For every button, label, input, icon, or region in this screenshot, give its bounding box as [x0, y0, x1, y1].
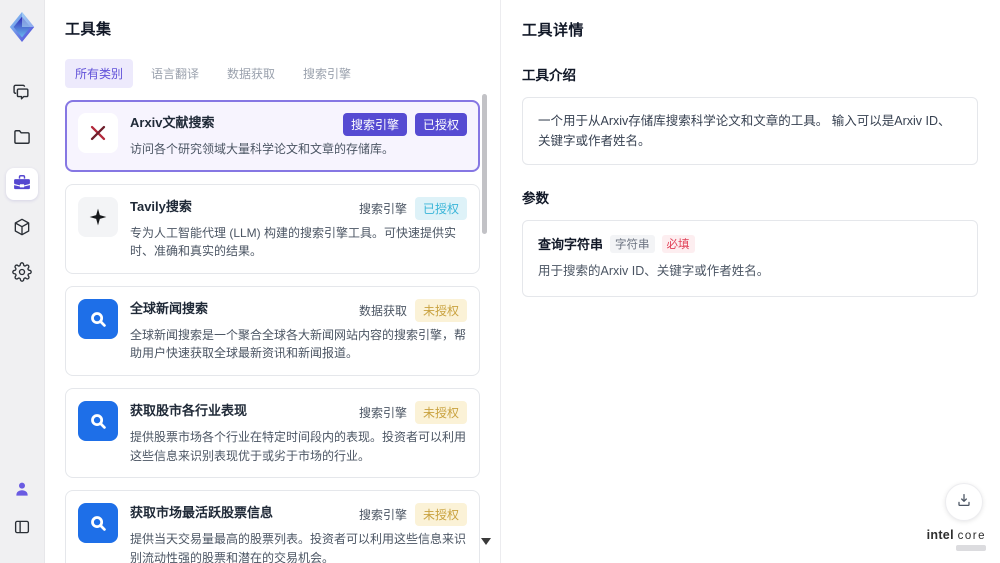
tool-card[interactable]: 获取市场最活跃股票信息 搜索引擎 未授权提供当天交易量最高的股票列表。投资者可以利用…	[65, 490, 480, 563]
tab-category-2[interactable]: 数据获取	[217, 59, 285, 88]
sidebar-item-folder[interactable]	[6, 123, 38, 155]
tool-card[interactable]: Tavily搜索 搜索引擎 已授权专为人工智能代理 (LLM) 构建的搜索引擎工具。…	[65, 183, 480, 274]
intel-core-logo: intel core	[926, 527, 986, 551]
scrollbar-track[interactable]	[482, 88, 488, 552]
auth-status-badge: 已授权	[414, 196, 467, 220]
param-required-badge: 必填	[661, 234, 695, 253]
search-blue-icon	[78, 400, 118, 441]
sidebar-item-collapse[interactable]	[6, 513, 38, 545]
tab-category-0[interactable]: 所有类别	[65, 59, 134, 88]
tool-card[interactable]: 获取股市各行业表现 搜索引擎 未授权提供股票市场各个行业在特定时间段内的表现。投资者…	[65, 387, 480, 479]
category-tabs: 所有类别 语言翻译 数据获取 搜索引擎	[65, 59, 500, 88]
tool-title: Arxiv文献搜索	[130, 115, 215, 130]
tool-description: 访问各个研究领域大量科学论文和文章的存储库。	[130, 142, 395, 156]
intro-box: 一个用于从Arxiv存储库搜索科学论文和文章的工具。 输入可以是Arxiv ID…	[522, 97, 978, 165]
search-blue-icon	[78, 503, 118, 544]
arxiv-icon	[78, 113, 118, 153]
category-badge: 搜索引擎	[358, 405, 407, 420]
brand-sub-badge	[956, 545, 986, 551]
tool-title: 获取市场最活跃股票信息	[130, 505, 274, 521]
brand-word-core: core	[957, 529, 986, 542]
param-card: 查询字符串 字符串 必填 用于搜索的Arxiv ID、关键字或作者姓名。	[522, 220, 978, 297]
tool-description: 专为人工智能代理 (LLM) 构建的搜索引擎工具。可快速提供实时、准确和真实的结…	[130, 225, 457, 259]
tool-card[interactable]: 全球新闻搜索 数据获取 未授权全球新闻搜索是一个聚合全球各大新闻网站内容的搜索引擎，…	[65, 285, 480, 376]
details-title: 工具详情	[522, 22, 585, 39]
app-logo-icon[interactable]	[6, 10, 38, 44]
settings-icon	[12, 261, 32, 287]
auth-status-badge: 未授权	[414, 400, 467, 424]
chat-icon	[12, 82, 32, 107]
search-blue-icon	[78, 298, 118, 339]
folder-icon	[12, 127, 32, 152]
tool-title: 全球新闻搜索	[130, 300, 209, 316]
auth-status-badge: 已授权	[414, 113, 467, 136]
brand-word-intel: intel	[926, 527, 954, 542]
category-badge: 数据获取	[358, 303, 407, 318]
tab-category-3[interactable]: 搜索引擎	[293, 59, 361, 88]
scrollbar-thumb[interactable]	[482, 94, 487, 234]
user-icon	[13, 480, 31, 503]
intro-heading: 工具介绍	[522, 68, 576, 83]
panel-toggle-icon	[13, 518, 31, 541]
sidebar-item-package[interactable]	[6, 213, 38, 245]
tools-panel: 工具集 所有类别 语言翻译 数据获取 搜索引擎 Arxiv文献搜索 搜索引擎 已授权 访问各…	[45, 0, 500, 563]
app-sidebar	[0, 0, 45, 563]
tool-title: Tavily搜索	[130, 198, 192, 214]
tools-panel-title: 工具集	[65, 21, 112, 38]
tab-category-1[interactable]: 语言翻译	[141, 59, 209, 88]
tool-details-panel: 工具详情 工具介绍 一个用于从Arxiv存储库搜索科学论文和文章的工具。 输入可…	[500, 0, 1000, 563]
tool-title: 获取股市各行业表现	[130, 402, 248, 418]
category-badge: 搜索引擎	[358, 201, 407, 216]
param-name: 查询字符串	[538, 237, 604, 252]
param-type-badge: 字符串	[610, 234, 655, 253]
tool-description: 提供当天交易量最高的股票列表。投资者可以利用这些信息来识别流动性强的股票和潜在的…	[130, 532, 467, 563]
sidebar-bottom	[6, 475, 38, 551]
auth-status-badge: 未授权	[414, 503, 467, 527]
sidebar-nav	[6, 78, 38, 303]
tool-card[interactable]: Arxiv文献搜索 搜索引擎 已授权访问各个研究领域大量科学论文和文章的存储库。	[65, 100, 480, 172]
params-heading: 参数	[522, 191, 549, 206]
tool-description: 提供股票市场各个行业在特定时间段内的表现。投资者可以利用这些信息来识别表现优于或…	[130, 429, 467, 463]
sidebar-item-chat[interactable]	[6, 78, 38, 110]
category-badge: 搜索引擎	[342, 113, 407, 136]
scroll-down-arrow-icon[interactable]	[481, 538, 491, 545]
sidebar-item-settings[interactable]	[6, 258, 38, 290]
tool-description: 全球新闻搜索是一个聚合全球各大新闻网站内容的搜索引擎，帮助用户快速获取全球最新资…	[130, 327, 467, 361]
tavily-icon	[78, 196, 118, 237]
tool-list: Arxiv文献搜索 搜索引擎 已授权 访问各个研究领域大量科学论文和文章的存储库。 Ta…	[65, 100, 480, 563]
package-icon	[12, 217, 32, 242]
download-icon	[956, 492, 972, 513]
category-badge: 搜索引擎	[358, 508, 407, 523]
sidebar-item-user[interactable]	[6, 475, 38, 507]
toolbox-icon	[12, 172, 32, 197]
param-description: 用于搜索的Arxiv ID、关键字或作者姓名。	[538, 264, 770, 278]
sidebar-item-toolbox[interactable]	[6, 168, 38, 200]
param-header: 查询字符串 字符串 必填	[538, 234, 962, 253]
download-button[interactable]	[945, 483, 983, 521]
auth-status-badge: 未授权	[414, 298, 467, 322]
